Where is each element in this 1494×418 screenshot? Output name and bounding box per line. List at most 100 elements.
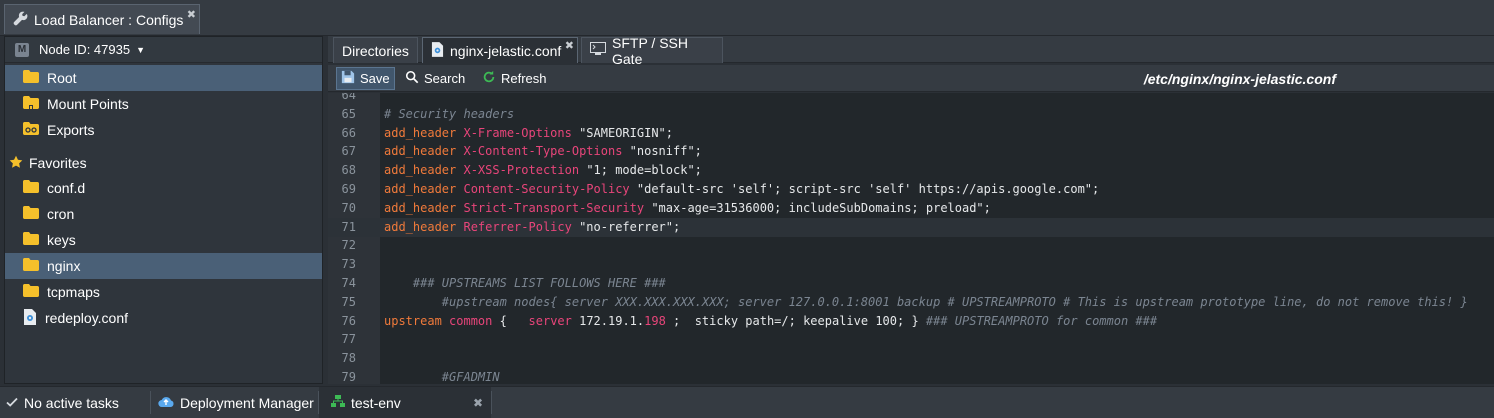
editor-tabs: Directories nginx-jelastic.conf ✖ SFTP /…	[328, 35, 1494, 67]
node-icon: M	[15, 42, 29, 57]
search-label: Search	[424, 71, 466, 86]
line-code: ### UPSTREAMS LIST FOLLOWS HERE ###	[412, 276, 666, 290]
config-file-icon	[431, 41, 444, 60]
file-tree-sidebar: M Node ID: 47935 ▼ Root Mount Points Exp…	[4, 36, 323, 384]
window-tab-load-balancer-configs[interactable]: Load Balancer : Configs ✖	[4, 4, 200, 34]
code-editor[interactable]: 64 65 # Security headers 66 add_header X-Fra…	[328, 93, 1494, 384]
code-line: 75 #upstream nodes{ server XXX.XXX.XXX.X…	[328, 293, 1494, 312]
tasks-label: No active tasks	[24, 394, 119, 411]
mount-folder-icon	[23, 96, 39, 112]
folder-icon	[23, 206, 39, 222]
environment-icon	[331, 394, 345, 411]
folder-icon	[23, 70, 39, 86]
favorite-item-tcpmaps[interactable]: tcpmaps	[5, 279, 322, 305]
tab-nginx-jelastic-conf[interactable]: nginx-jelastic.conf ✖	[422, 37, 578, 63]
search-icon	[405, 70, 419, 87]
deployment-manager-button[interactable]: Deployment Manager	[158, 387, 314, 418]
tree-item-label: redeploy.conf	[45, 310, 129, 326]
save-label: Save	[360, 71, 390, 86]
tasks-status[interactable]: No active tasks	[6, 387, 119, 418]
tree-item-label: nginx	[47, 258, 81, 274]
tree-item-exports[interactable]: Exports	[5, 117, 322, 143]
tab-label: SFTP / SSH Gate	[612, 34, 688, 67]
deployment-label: Deployment Manager	[180, 394, 314, 411]
line-number: 68	[341, 163, 356, 178]
terminal-icon	[590, 42, 606, 59]
line-number: 69	[341, 182, 356, 196]
favorite-item-keys[interactable]: keys	[5, 227, 322, 253]
code-line: 76 upstream common { server 172.19.1.198 …	[328, 312, 1494, 331]
favorite-item-nginx[interactable]: nginx	[5, 253, 322, 279]
tree-item-label: conf.d	[47, 180, 86, 196]
line-code: add_header X-Frame-Options "SAMEORIGIN";	[384, 125, 673, 140]
code-line: 72	[328, 236, 1494, 255]
tab-sftp-ssh-gate[interactable]: SFTP / SSH Gate	[581, 35, 723, 67]
tree-item-label: Mount Points	[47, 96, 129, 112]
status-divider	[150, 391, 151, 414]
env-label: test-env	[351, 394, 401, 411]
code-line: 78	[328, 349, 1494, 368]
favorite-item-conf-d[interactable]: conf.d	[5, 175, 322, 201]
search-button[interactable]: Search	[401, 67, 469, 90]
line-number: 79	[341, 370, 356, 384]
line-code: upstream common { server 172.19.1.198 ; …	[384, 313, 1158, 328]
code-line: 67 add_header X-Content-Type-Options "nos…	[328, 142, 1494, 161]
code-line: 79 #GFADMIN	[328, 368, 1494, 384]
code-line: 73	[328, 255, 1494, 274]
line-number: 70	[341, 200, 356, 215]
line-number: 72	[341, 238, 356, 253]
close-icon[interactable]: ✖	[565, 39, 574, 52]
line-code: add_header Content-Security-Policy "defa…	[384, 182, 1100, 196]
export-folder-icon	[23, 122, 39, 138]
line-number: 67	[341, 144, 356, 159]
favorite-item-redeploy-conf[interactable]: redeploy.conf	[5, 305, 322, 331]
window-tab-title: Load Balancer : Configs	[34, 11, 184, 28]
tab-directories[interactable]: Directories	[333, 37, 418, 63]
refresh-button[interactable]: Refresh	[478, 67, 551, 90]
line-code: add_header X-XSS-Protection "1; mode=blo…	[384, 163, 702, 178]
code-line: 70 add_header Strict-Transport-Security "…	[328, 199, 1494, 218]
line-number: 78	[341, 351, 356, 366]
favorites-header: Favorites	[5, 150, 322, 176]
line-code: add_header Referrer-Policy "no-referrer"…	[384, 219, 681, 234]
tree-item-label: Root	[47, 70, 77, 86]
window-tab-bar: Load Balancer : Configs ✖	[0, 0, 1494, 36]
code-line: 66 add_header X-Frame-Options "SAMEORIGIN…	[328, 124, 1494, 143]
tab-label: nginx-jelastic.conf	[450, 42, 562, 59]
file-path: /etc/nginx/nginx-jelastic.conf	[1143, 71, 1336, 87]
folder-icon	[23, 258, 39, 274]
tree-item-mount-points[interactable]: Mount Points	[5, 91, 322, 117]
tree-item-label: Exports	[47, 122, 95, 138]
folder-icon	[23, 284, 39, 300]
refresh-icon	[482, 70, 496, 87]
code-line: 64	[328, 93, 1494, 105]
line-number: 65	[341, 106, 356, 121]
favorite-item-cron[interactable]: cron	[5, 201, 322, 227]
status-bar: No active tasks Deployment Manager test-…	[0, 386, 1494, 418]
close-icon[interactable]: ✖	[187, 8, 196, 21]
code-line: 74 ### UPSTREAMS LIST FOLLOWS HERE ###	[328, 274, 1494, 293]
tree-item-label: tcpmaps	[47, 284, 100, 300]
save-button[interactable]: Save	[336, 67, 395, 90]
code-line: 77	[328, 330, 1494, 349]
line-code: add_header X-Content-Type-Options "nosni…	[384, 144, 702, 159]
tree-item-root[interactable]: Root	[5, 65, 322, 91]
line-number: 71	[341, 219, 356, 234]
close-icon[interactable]: ✖	[473, 396, 483, 410]
star-icon	[9, 155, 23, 172]
env-tab-test-env[interactable]: test-env ✖	[319, 387, 491, 418]
status-divider	[491, 391, 492, 414]
line-code: #upstream nodes{ server XXX.XXX.XXX.XXX;…	[441, 294, 1468, 309]
refresh-label: Refresh	[501, 71, 547, 86]
tab-label: Directories	[342, 42, 409, 59]
line-number: 76	[341, 313, 356, 328]
tree-item-label: cron	[47, 206, 75, 222]
folder-icon	[23, 232, 39, 248]
line-number: 74	[341, 276, 356, 290]
line-code: #GFADMIN	[441, 370, 500, 384]
node-selector[interactable]: M Node ID: 47935 ▼	[5, 37, 322, 63]
code-line: 68 add_header X-XSS-Protection "1; mode=b…	[328, 161, 1494, 180]
chevron-down-icon[interactable]: ▼	[136, 45, 145, 55]
line-number: 75	[341, 294, 356, 309]
line-code: add_header Strict-Transport-Security "ma…	[384, 200, 991, 215]
